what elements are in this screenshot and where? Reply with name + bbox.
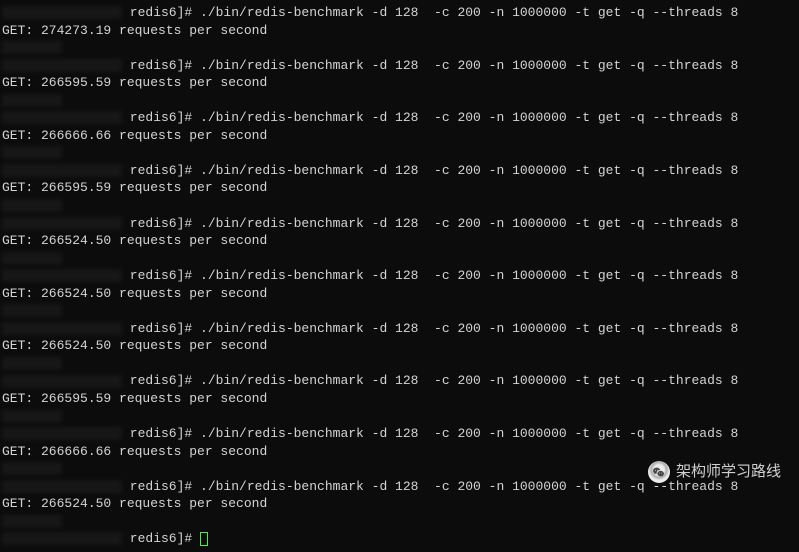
blank-line xyxy=(2,250,797,268)
shell-prompt: redis6]# xyxy=(122,531,200,546)
prompt-line: redis6]# ./bin/redis-benchmark -d 128 -c… xyxy=(2,215,797,233)
blank-line xyxy=(2,144,797,162)
redacted-hostname xyxy=(2,322,122,335)
command-text: ./bin/redis-benchmark -d 128 -c 200 -n 1… xyxy=(200,5,738,20)
prompt-line: redis6]# ./bin/redis-benchmark -d 128 -c… xyxy=(2,372,797,390)
redacted-hostname xyxy=(2,269,122,282)
redacted-smudge xyxy=(2,515,62,528)
redacted-hostname xyxy=(2,532,122,545)
redacted-smudge xyxy=(2,41,62,54)
result-line: GET: 266524.50 requests per second xyxy=(2,337,797,355)
command-text: ./bin/redis-benchmark -d 128 -c 200 -n 1… xyxy=(200,321,738,336)
redacted-smudge xyxy=(2,410,62,423)
blank-line xyxy=(2,92,797,110)
shell-prompt: redis6]# xyxy=(122,216,200,231)
blank-line xyxy=(2,302,797,320)
shell-prompt: redis6]# xyxy=(122,268,200,283)
redacted-smudge xyxy=(2,94,62,107)
blank-line xyxy=(2,513,797,531)
result-line: GET: 266595.59 requests per second xyxy=(2,74,797,92)
prompt-line: redis6]# ./bin/redis-benchmark -d 128 -c… xyxy=(2,162,797,180)
shell-prompt: redis6]# xyxy=(122,163,200,178)
shell-prompt: redis6]# xyxy=(122,479,200,494)
shell-prompt: redis6]# xyxy=(122,110,200,125)
command-text: ./bin/redis-benchmark -d 128 -c 200 -n 1… xyxy=(200,163,738,178)
redacted-hostname xyxy=(2,427,122,440)
redacted-smudge xyxy=(2,304,62,317)
prompt-line: redis6]# ./bin/redis-benchmark -d 128 -c… xyxy=(2,57,797,75)
redacted-smudge xyxy=(2,462,62,475)
blank-line xyxy=(2,197,797,215)
result-line: GET: 266666.66 requests per second xyxy=(2,127,797,145)
result-line: GET: 266524.50 requests per second xyxy=(2,232,797,250)
result-line: GET: 266595.59 requests per second xyxy=(2,390,797,408)
shell-prompt: redis6]# xyxy=(122,426,200,441)
blank-line xyxy=(2,408,797,426)
shell-prompt: redis6]# xyxy=(122,321,200,336)
prompt-line[interactable]: redis6]# xyxy=(2,530,797,548)
blank-line xyxy=(2,39,797,57)
prompt-line: redis6]# ./bin/redis-benchmark -d 128 -c… xyxy=(2,267,797,285)
watermark: 架构师学习路线 xyxy=(648,461,781,483)
redacted-hostname xyxy=(2,111,122,124)
result-line: GET: 266524.50 requests per second xyxy=(2,495,797,513)
cursor xyxy=(200,532,208,546)
command-text: ./bin/redis-benchmark -d 128 -c 200 -n 1… xyxy=(200,216,738,231)
redacted-hostname xyxy=(2,217,122,230)
redacted-hostname xyxy=(2,59,122,72)
redacted-smudge xyxy=(2,146,62,159)
redacted-hostname xyxy=(2,164,122,177)
command-text: ./bin/redis-benchmark -d 128 -c 200 -n 1… xyxy=(200,373,738,388)
prompt-line: redis6]# ./bin/redis-benchmark -d 128 -c… xyxy=(2,425,797,443)
redacted-smudge xyxy=(2,252,62,265)
shell-prompt: redis6]# xyxy=(122,58,200,73)
prompt-line: redis6]# ./bin/redis-benchmark -d 128 -c… xyxy=(2,4,797,22)
redacted-smudge xyxy=(2,199,62,212)
redacted-hostname xyxy=(2,6,122,19)
blank-line xyxy=(2,355,797,373)
wechat-icon xyxy=(648,461,670,483)
prompt-line: redis6]# ./bin/redis-benchmark -d 128 -c… xyxy=(2,109,797,127)
shell-prompt: redis6]# xyxy=(122,373,200,388)
result-line: GET: 266666.66 requests per second xyxy=(2,443,797,461)
command-text: ./bin/redis-benchmark -d 128 -c 200 -n 1… xyxy=(200,426,738,441)
redacted-hostname xyxy=(2,480,122,493)
command-text: ./bin/redis-benchmark -d 128 -c 200 -n 1… xyxy=(200,58,738,73)
redacted-hostname xyxy=(2,375,122,388)
command-text: ./bin/redis-benchmark -d 128 -c 200 -n 1… xyxy=(200,110,738,125)
shell-prompt: redis6]# xyxy=(122,5,200,20)
watermark-text: 架构师学习路线 xyxy=(676,462,781,482)
result-line: GET: 266595.59 requests per second xyxy=(2,179,797,197)
command-text: ./bin/redis-benchmark -d 128 -c 200 -n 1… xyxy=(200,268,738,283)
result-line: GET: 274273.19 requests per second xyxy=(2,22,797,40)
prompt-line: redis6]# ./bin/redis-benchmark -d 128 -c… xyxy=(2,320,797,338)
redacted-smudge xyxy=(2,357,62,370)
result-line: GET: 266524.50 requests per second xyxy=(2,285,797,303)
